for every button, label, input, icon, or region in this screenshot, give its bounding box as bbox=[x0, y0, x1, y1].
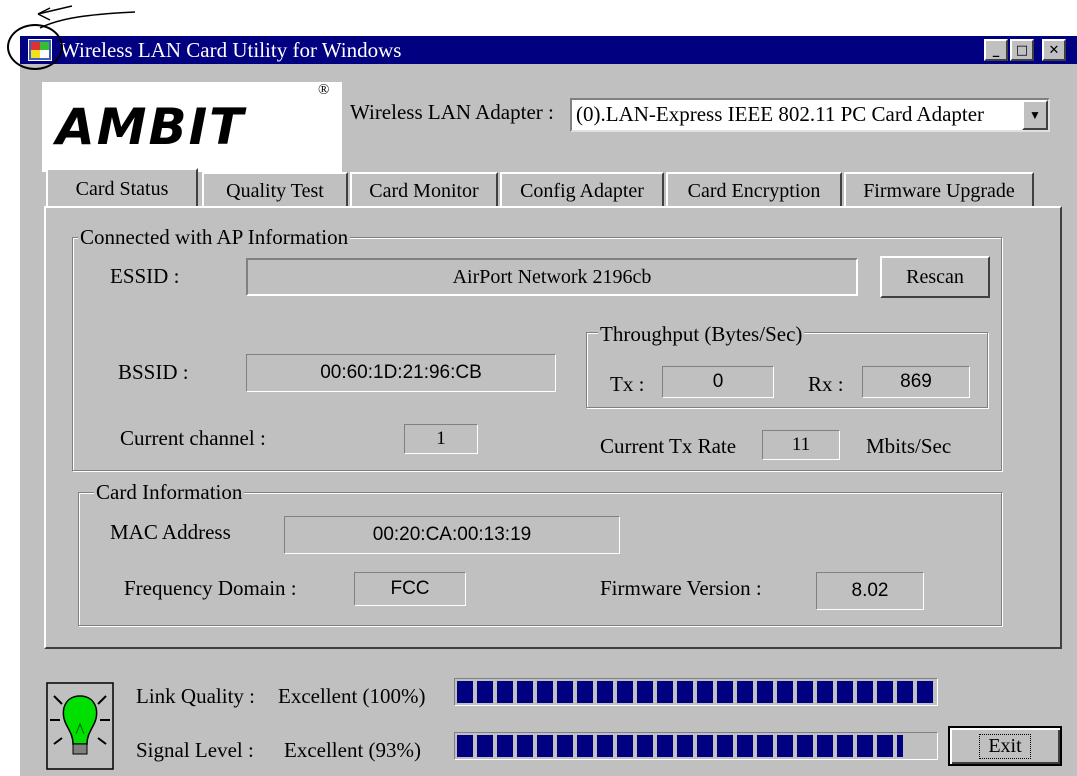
close-icon: ✕ bbox=[1048, 42, 1060, 58]
tab-label: Config Adapter bbox=[520, 179, 644, 202]
window-title: Wireless LAN Card Utility for Windows bbox=[60, 38, 402, 62]
signal-level-bar bbox=[454, 732, 938, 760]
link-quality-bar bbox=[454, 678, 938, 706]
signal-level-label: Signal Level : bbox=[136, 738, 254, 762]
chevron-down-icon[interactable]: ▼ bbox=[1022, 100, 1048, 130]
maximize-icon: □ bbox=[1015, 42, 1029, 58]
signal-level-fill bbox=[457, 735, 903, 757]
rx-label: Rx : bbox=[808, 372, 844, 396]
freq-label: Frequency Domain : bbox=[124, 576, 297, 600]
bssid-field: 00:60:1D:21:96:CB bbox=[246, 354, 556, 392]
link-bulb-indicator bbox=[46, 682, 114, 770]
freq-field: FCC bbox=[354, 572, 466, 606]
rescan-label: Rescan bbox=[906, 265, 964, 288]
tab-quality-test[interactable]: Quality Test bbox=[202, 172, 348, 208]
link-quality-value: Excellent (100%) bbox=[278, 684, 426, 708]
tab-card-status[interactable]: Card Status bbox=[46, 168, 198, 208]
adapter-label: Wireless LAN Adapter : bbox=[350, 100, 554, 124]
signal-level-value: Excellent (93%) bbox=[284, 738, 422, 762]
logo-text: AMBIT bbox=[56, 98, 246, 156]
tx-field: 0 bbox=[662, 366, 774, 398]
annotation-circle bbox=[7, 24, 63, 70]
rx-field: 869 bbox=[862, 366, 970, 398]
close-button[interactable]: ✕ bbox=[1042, 39, 1066, 61]
link-quality-label: Link Quality : bbox=[136, 684, 255, 708]
minimize-icon: _ bbox=[992, 42, 1000, 58]
link-quality-fill bbox=[457, 681, 937, 703]
adapter-select[interactable]: (0).LAN-Express IEEE 802.11 PC Card Adap… bbox=[570, 98, 1050, 132]
bulb-icon bbox=[46, 682, 114, 770]
tx-rate-field: 11 bbox=[762, 430, 840, 460]
registered-mark: ® bbox=[318, 82, 330, 98]
mac-field: 00:20:CA:00:13:19 bbox=[284, 516, 620, 554]
rescan-button[interactable]: Rescan bbox=[880, 256, 990, 298]
exit-label: Exit bbox=[979, 733, 1031, 759]
tab-card-monitor[interactable]: Card Monitor bbox=[350, 172, 498, 208]
firmware-label: Firmware Version : bbox=[600, 576, 762, 600]
tab-firmware-upgrade[interactable]: Firmware Upgrade bbox=[844, 172, 1034, 208]
essid-label: ESSID : bbox=[110, 264, 180, 288]
tab-label: Quality Test bbox=[226, 179, 324, 202]
adapter-value: (0).LAN-Express IEEE 802.11 PC Card Adap… bbox=[576, 102, 985, 126]
tab-card-encryption[interactable]: Card Encryption bbox=[666, 172, 842, 208]
tab-config-adapter[interactable]: Config Adapter bbox=[500, 172, 664, 208]
channel-field: 1 bbox=[404, 424, 478, 454]
ambit-logo: AMBIT ® bbox=[42, 82, 342, 172]
tx-rate-unit: Mbits/Sec bbox=[866, 434, 952, 458]
minimize-button[interactable]: _ bbox=[984, 39, 1008, 61]
firmware-field: 8.02 bbox=[816, 572, 924, 610]
tab-label: Card Encryption bbox=[687, 179, 821, 202]
tab-label: Firmware Upgrade bbox=[863, 179, 1015, 202]
channel-label: Current channel : bbox=[120, 426, 266, 450]
tx-rate-label: Current Tx Rate bbox=[600, 434, 737, 458]
throughput-legend: Throughput (Bytes/Sec) bbox=[598, 322, 805, 347]
tab-label: Card Status bbox=[75, 177, 169, 200]
bssid-label: BSSID : bbox=[118, 360, 189, 384]
ap-info-legend: Connected with AP Information bbox=[78, 225, 351, 250]
tx-label: Tx : bbox=[610, 372, 645, 396]
maximize-button[interactable]: □ bbox=[1010, 39, 1034, 61]
tab-label: Card Monitor bbox=[369, 179, 479, 202]
title-bar[interactable]: Wireless LAN Card Utility for Windows _ … bbox=[20, 36, 1077, 64]
main-window: Wireless LAN Card Utility for Windows _ … bbox=[20, 36, 1077, 776]
mac-label: MAC Address bbox=[110, 520, 231, 544]
exit-button[interactable]: Exit bbox=[948, 726, 1062, 766]
card-info-legend: Card Information bbox=[94, 480, 245, 505]
essid-field: AirPort Network 2196cb bbox=[246, 258, 858, 296]
